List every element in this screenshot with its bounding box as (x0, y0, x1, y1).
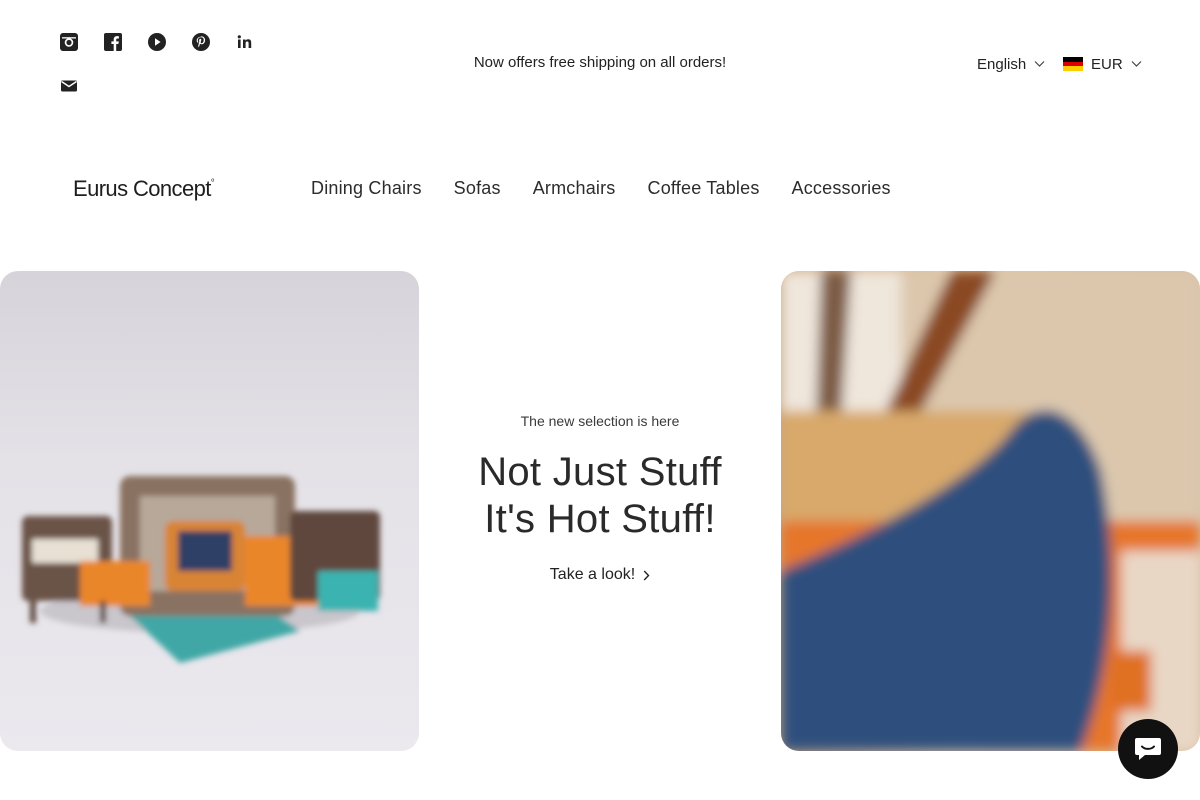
chat-icon (1135, 738, 1161, 760)
nav-item-accessories[interactable]: Accessories (792, 178, 891, 199)
chevron-down-icon (1131, 60, 1142, 68)
chat-button[interactable] (1118, 719, 1178, 779)
hero-image-left (0, 271, 419, 751)
logo-mark: ° (210, 178, 215, 189)
hero-image-right (781, 271, 1200, 751)
facebook-icon[interactable] (103, 32, 123, 52)
hero-content: The new selection is here Not Just Stuff… (419, 271, 781, 751)
linkedin-icon[interactable] (235, 32, 255, 52)
hero-headline-line2: It's Hot Stuff! (484, 497, 716, 541)
hero-headline-line1: Not Just Stuff (478, 450, 722, 494)
chevron-down-icon (1034, 60, 1045, 68)
chevron-right-icon (643, 570, 650, 581)
instagram-icon[interactable] (59, 32, 79, 52)
language-selector[interactable]: English (977, 53, 1045, 75)
cta-label: Take a look! (549, 566, 636, 583)
germany-flag-icon (1063, 57, 1083, 72)
nav-item-armchairs[interactable]: Armchairs (533, 178, 616, 199)
hero-eyebrow: The new selection is here (520, 413, 680, 429)
language-label: English (977, 55, 1027, 73)
flag-stripe-gold (1063, 66, 1083, 72)
take-a-look-link[interactable]: Take a look! (419, 566, 781, 584)
nav-item-coffee-tables[interactable]: Coffee Tables (648, 178, 760, 199)
nav-item-dining-chairs[interactable]: Dining Chairs (311, 178, 422, 199)
currency-label: EUR (1091, 55, 1123, 73)
logo-text: Eurus Concept (73, 176, 211, 201)
site-logo[interactable]: Eurus Concept° (73, 176, 215, 202)
hero-headline: Not Just Stuff It's Hot Stuff! (419, 449, 781, 543)
main-nav: Dining Chairs Sofas Armchairs Coffee Tab… (311, 178, 891, 199)
email-icon[interactable] (59, 76, 79, 96)
currency-selector[interactable]: EUR (1063, 53, 1142, 75)
pinterest-icon[interactable] (191, 32, 211, 52)
nav-item-sofas[interactable]: Sofas (454, 178, 501, 199)
youtube-icon[interactable] (147, 32, 167, 52)
